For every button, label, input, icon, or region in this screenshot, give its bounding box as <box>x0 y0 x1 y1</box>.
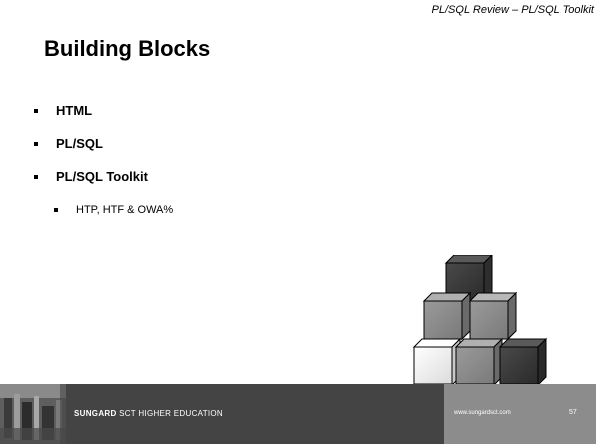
footer-brand: SUNGARD SCT HIGHER EDUCATION <box>74 409 223 418</box>
brand-tagline: SCT HIGHER EDUCATION <box>116 409 224 418</box>
bullet-list: HTML PL/SQL PL/SQL Toolkit <box>34 103 148 202</box>
bullet-marker <box>34 142 38 146</box>
course-header: PL/SQL Review – PL/SQL Toolkit <box>431 4 594 16</box>
footer-url: www.sungardsct.com <box>454 410 511 416</box>
bullet-label: HTML <box>56 103 93 118</box>
block-middle-right <box>468 291 518 341</box>
bullet-marker <box>34 175 38 179</box>
brand-name: SUNGARD <box>74 409 117 418</box>
slide-title: Building Blocks <box>44 36 211 61</box>
stacked-blocks-icon <box>412 255 548 385</box>
page-number: 57 <box>569 409 577 416</box>
bullet-item-plsql: PL/SQL <box>34 136 148 152</box>
bullet-label: PL/SQL <box>56 136 103 151</box>
sub-bullet-label: HTP, HTF & OWA% <box>76 204 174 216</box>
classroom-photo <box>0 384 66 444</box>
block-bottom-left <box>412 337 462 385</box>
block-bottom-middle <box>454 337 504 385</box>
bullet-marker <box>34 109 38 113</box>
footer-bar: SUNGARD SCT HIGHER EDUCATION www.sungard… <box>0 384 596 444</box>
block-bottom-right <box>498 337 548 385</box>
sub-bullet-list: HTP, HTF & OWA% <box>54 203 173 217</box>
slide: PL/SQL Review – PL/SQL Toolkit Building … <box>0 0 596 444</box>
block-middle-left <box>422 291 472 341</box>
footer-info-panel: www.sungardsct.com 57 <box>444 384 596 444</box>
sub-bullet-item: HTP, HTF & OWA% <box>54 203 173 217</box>
bullet-marker <box>54 208 58 212</box>
bullet-label: PL/SQL Toolkit <box>56 169 148 184</box>
bullet-item-html: HTML <box>34 103 148 119</box>
bullet-item-plsql-toolkit: PL/SQL Toolkit <box>34 169 148 185</box>
